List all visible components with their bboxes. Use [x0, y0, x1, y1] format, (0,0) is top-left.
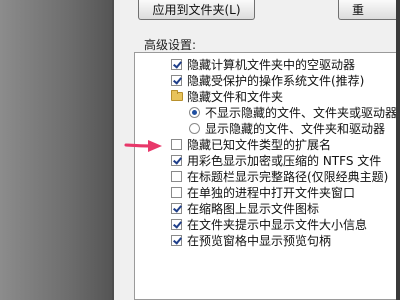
checkbox[interactable] — [171, 218, 182, 230]
background-area — [0, 0, 112, 300]
checkbox[interactable] — [171, 74, 182, 86]
apply-to-folders-button[interactable]: 应用到文件夹(L) — [138, 0, 255, 20]
option-show-hidden[interactable]: 显示隐藏的文件、文件夹和驱动器 — [189, 120, 385, 136]
checkbox[interactable] — [171, 186, 182, 198]
setting-label: 隐藏受保护的操作系统文件(推荐) — [187, 73, 365, 88]
red-pointer-arrow-icon — [124, 140, 162, 152]
setting-label: 在文件夹提示中显示文件大小信息 — [187, 217, 368, 232]
setting-thumbnail-icons[interactable]: 在缩略图上显示文件图标 — [171, 200, 319, 216]
setting-label: 用彩色显示加密或压缩的 NTFS 文件 — [187, 153, 382, 168]
checkbox[interactable] — [171, 202, 182, 214]
setting-label: 隐藏已知文件类型的扩展名 — [187, 137, 332, 152]
restore-defaults-button[interactable]: 重 — [338, 0, 400, 20]
setting-hide-empty-drives[interactable]: 隐藏计算机文件夹中的空驱动器 — [171, 56, 355, 72]
setting-hide-extensions[interactable]: 隐藏已知文件类型的扩展名 — [171, 136, 331, 152]
advanced-settings-label: 高级设置: — [144, 38, 197, 52]
setting-hide-protected-os-files[interactable]: 隐藏受保护的操作系统文件(推荐) — [171, 72, 364, 88]
option-dont-show-hidden[interactable]: 不显示隐藏的文件、文件夹或驱动器 — [189, 104, 397, 120]
checkbox[interactable] — [171, 58, 182, 70]
setting-label: 在预览窗格中显示预览句柄 — [187, 233, 332, 248]
checkbox[interactable] — [171, 154, 182, 166]
setting-color-encrypted-ntfs[interactable]: 用彩色显示加密或压缩的 NTFS 文件 — [171, 152, 381, 168]
folder-icon — [171, 89, 183, 101]
group-hidden-files-and-folders: 隐藏文件和文件夹 — [171, 88, 283, 104]
radio-button[interactable] — [189, 122, 200, 134]
setting-separate-process[interactable]: 在单独的进程中打开文件夹窗口 — [171, 184, 355, 200]
checkbox[interactable] — [171, 170, 182, 182]
option-label: 显示隐藏的文件、文件夹和驱动器 — [205, 121, 386, 136]
checkbox[interactable] — [171, 234, 182, 246]
window-edge — [396, 0, 400, 300]
setting-preview-handlers[interactable]: 在预览窗格中显示预览句柄 — [171, 232, 331, 248]
checkbox[interactable] — [171, 138, 182, 150]
option-label: 不显示隐藏的文件、文件夹或驱动器 — [205, 105, 398, 120]
advanced-settings-tree[interactable]: 隐藏计算机文件夹中的空驱动器 隐藏受保护的操作系统文件(推荐) 隐藏文件和文件夹… — [134, 52, 400, 300]
setting-label: 在缩略图上显示文件图标 — [187, 201, 320, 216]
setting-label: 在单独的进程中打开文件夹窗口 — [187, 185, 356, 200]
group-label: 隐藏文件和文件夹 — [187, 89, 284, 104]
setting-folder-tip-size[interactable]: 在文件夹提示中显示文件大小信息 — [171, 216, 367, 232]
setting-label: 隐藏计算机文件夹中的空驱动器 — [187, 57, 356, 72]
setting-label: 在标题栏显示完整路径(仅限经典主题) — [187, 169, 389, 184]
radio-button[interactable] — [189, 106, 200, 118]
setting-full-path-title[interactable]: 在标题栏显示完整路径(仅限经典主题) — [171, 168, 388, 184]
